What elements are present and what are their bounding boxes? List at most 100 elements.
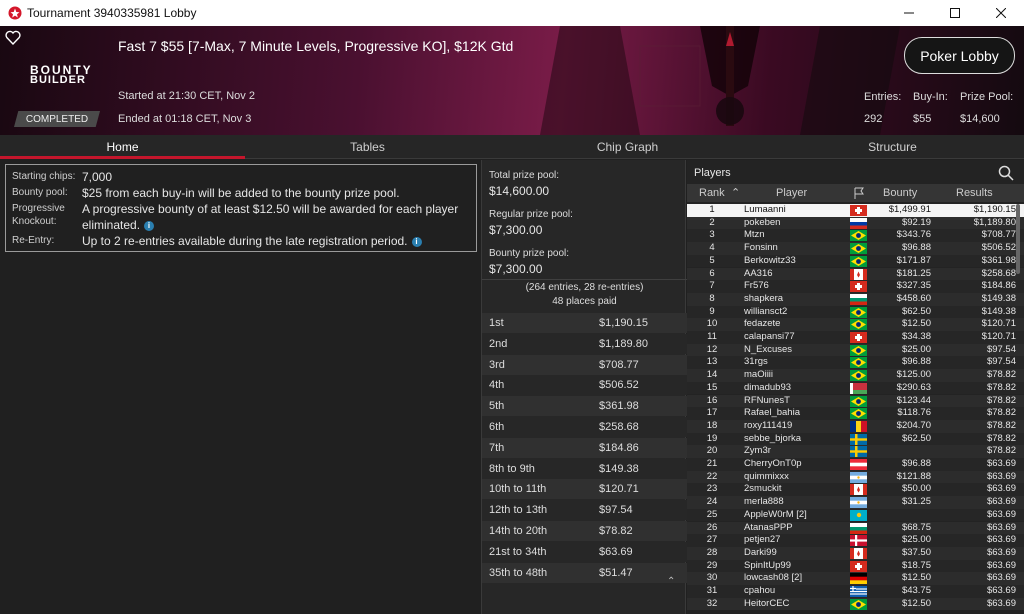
player-result: $63.69	[986, 458, 1016, 469]
player-row[interactable]: 19 sebbe_bjorka $62.50 $78.82	[687, 432, 1024, 446]
player-name: AtanasPPP	[744, 521, 793, 533]
player-row[interactable]: 25 AppleW0rM [2] $63.69	[687, 508, 1024, 522]
player-row[interactable]: 5 Berkowitz33 $171.87 $361.98	[687, 254, 1024, 268]
player-row[interactable]: 21 CherryOnT0p $96.88 $63.69	[687, 458, 1024, 471]
player-row[interactable]: 7 Fr576 $327.35 $184.86	[687, 280, 1024, 293]
reentry-info-icon[interactable]: i	[411, 236, 422, 247]
player-row[interactable]: 2 pokeben $92.19 $1,189.80	[687, 216, 1024, 230]
player-result: $120.71	[981, 318, 1016, 330]
country-flag-icon	[850, 420, 867, 432]
player-result: $184.86	[981, 280, 1016, 292]
status-badge: COMPLETED	[14, 111, 100, 127]
player-row[interactable]: 10 fedazete $12.50 $120.71	[687, 318, 1024, 331]
country-flag-icon	[850, 598, 867, 610]
player-rank: 9	[709, 305, 715, 317]
player-name: 2smuckit	[744, 483, 782, 495]
regular-prize-label: Regular prize pool:	[489, 209, 573, 220]
payout-row: 35th to 48th $51.47	[482, 562, 687, 583]
search-icon[interactable]	[998, 165, 1014, 181]
player-row[interactable]: 22 quimmixxx $121.88 $63.69	[687, 470, 1024, 484]
player-name: petjen27	[744, 534, 781, 546]
pko-value-line2: eliminated.	[82, 218, 141, 232]
player-row[interactable]: 8 shapkera $458.60 $149.38	[687, 292, 1024, 306]
player-row[interactable]: 1 Lumaanni $1,499.91 $1,190.15	[687, 204, 1024, 217]
player-name: roxy111419	[744, 419, 793, 431]
payout-amount: $708.77	[599, 358, 639, 371]
player-result: $258.68	[981, 267, 1016, 279]
country-flag-icon	[850, 471, 867, 483]
player-row[interactable]: 3 Mtzn $343.76 $708.77	[687, 229, 1024, 243]
payout-place: 10th to 11th	[489, 483, 547, 496]
player-bounty: $123.44	[896, 394, 931, 406]
player-row[interactable]: 18 roxy111419 $204.70 $78.82	[687, 419, 1024, 433]
player-name: AppleW0rM [2]	[744, 508, 807, 520]
player-row[interactable]: 13 31rgs $96.88 $97.54	[687, 356, 1024, 370]
col-results[interactable]: Results	[956, 187, 993, 199]
player-result: $63.69	[986, 572, 1016, 584]
player-name: Mtzn	[744, 229, 765, 241]
bounty-pool-label: Bounty pool:	[12, 187, 68, 198]
payout-place: 3rd	[489, 358, 505, 371]
player-row[interactable]: 31 cpahou $43.75 $63.69	[687, 585, 1024, 598]
player-name: williansct2	[744, 305, 788, 317]
poker-lobby-button[interactable]: Poker Lobby	[904, 37, 1015, 74]
close-button[interactable]	[978, 0, 1024, 26]
payout-place: 1st	[489, 317, 504, 329]
flag-column-icon[interactable]	[853, 187, 865, 199]
player-row[interactable]: 24 merla888 $31.25 $63.69	[687, 496, 1024, 509]
player-row[interactable]: 17 Rafael_bahia $118.76 $78.82	[687, 407, 1024, 420]
player-row[interactable]: 29 SpinItUp99 $18.75 $63.69	[687, 559, 1024, 573]
country-flag-icon	[850, 522, 867, 534]
country-flag-icon	[850, 459, 867, 470]
player-bounty: $96.88	[901, 356, 931, 368]
pko-info-icon[interactable]: i	[144, 220, 155, 231]
player-row[interactable]: 26 AtanasPPP $68.75 $63.69	[687, 521, 1024, 535]
player-row[interactable]: 12 N_Excuses $25.00 $97.54	[687, 343, 1024, 357]
player-row[interactable]: 6 AA316 $181.25 $258.68	[687, 267, 1024, 281]
player-bounty: $121.88	[896, 470, 931, 482]
sort-ascending-icon[interactable]: ⌃	[731, 186, 740, 199]
player-row[interactable]: 20 Zym3r $78.82	[687, 445, 1024, 458]
country-flag-icon	[850, 306, 867, 318]
starting-chips-value: 7,000	[82, 170, 113, 184]
player-row[interactable]: 15 dimadub93 $290.63 $78.82	[687, 381, 1024, 395]
player-row[interactable]: 9 williansct2 $62.50 $149.38	[687, 305, 1024, 319]
tab-chip-graph[interactable]: Chip Graph	[505, 135, 750, 159]
minimize-button[interactable]	[886, 0, 932, 26]
bounty-prize-value: $7,300.00	[489, 262, 543, 276]
player-name: Berkowitz33	[744, 254, 796, 266]
player-row[interactable]: 30 lowcash08 [2] $12.50 $63.69	[687, 572, 1024, 585]
player-row[interactable]: 4 Fonsinn $96.88 $506.52	[687, 242, 1024, 255]
player-row[interactable]: 23 2smuckit $50.00 $63.69	[687, 483, 1024, 497]
player-row[interactable]: 14 maOiiii $125.00 $78.82	[687, 369, 1024, 382]
country-flag-icon	[850, 446, 867, 458]
country-flag-icon	[850, 319, 867, 331]
tab-tables[interactable]: Tables	[245, 135, 490, 159]
col-player[interactable]: Player	[776, 187, 807, 199]
country-flag-icon	[850, 268, 867, 280]
player-bounty: $118.76	[897, 407, 931, 419]
payout-row: 4th $506.52	[482, 375, 687, 396]
prize-pool-panel: Total prize pool: $14,600.00 Regular pri…	[481, 160, 687, 614]
player-row[interactable]: 32 HeitorCEC $12.50 $63.69	[687, 597, 1024, 611]
player-rank: 18	[706, 419, 718, 431]
player-row[interactable]: 28 Darki99 $37.50 $63.69	[687, 546, 1024, 560]
favorite-heart-icon[interactable]	[5, 30, 21, 45]
col-rank[interactable]: Rank	[699, 187, 725, 199]
chevron-up-icon[interactable]: ⌃	[667, 576, 675, 587]
payout-place: 4th	[489, 379, 505, 392]
player-row[interactable]: 27 petjen27 $25.00 $63.69	[687, 534, 1024, 547]
player-result: $63.69	[986, 546, 1016, 558]
col-bounty[interactable]: Bounty	[883, 187, 917, 199]
player-bounty: $43.75	[901, 585, 931, 596]
maximize-button[interactable]	[932, 0, 978, 26]
bounty-prize-label: Bounty prize pool:	[489, 248, 570, 259]
player-result: $78.82	[986, 432, 1016, 444]
tab-structure[interactable]: Structure	[770, 135, 1015, 159]
players-scrollbar[interactable]	[1016, 204, 1020, 274]
player-row[interactable]: 11 calapansi77 $34.38 $120.71	[687, 331, 1024, 344]
tab-home[interactable]: Home	[0, 135, 245, 159]
player-bounty: $34.38	[901, 331, 931, 342]
player-row[interactable]: 16 RFNunesT $123.44 $78.82	[687, 394, 1024, 408]
country-flag-icon	[850, 509, 867, 521]
